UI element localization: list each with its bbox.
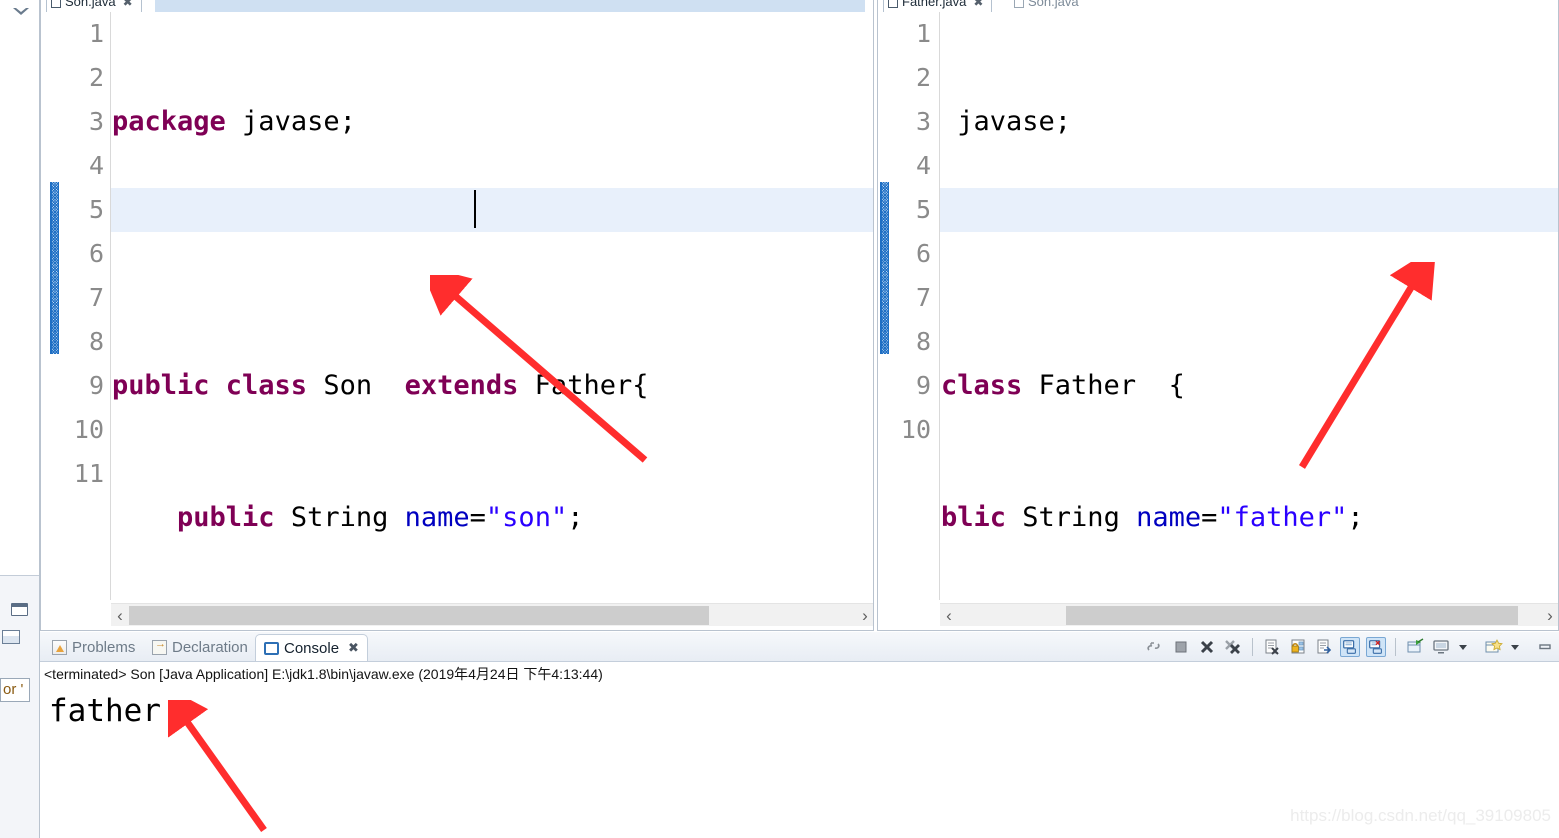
editor-son-java: Son.java ✖ 1 2 3 4 5 6 7 8 9 10 11 packa… <box>40 0 874 632</box>
hscroll-thumb-left[interactable] <box>129 606 709 625</box>
tab-son-java[interactable]: Son.java ✖ <box>46 0 142 12</box>
word-wrap-icon[interactable] <box>1314 637 1334 657</box>
lock-scroll-icon[interactable] <box>1288 637 1308 657</box>
show-console-on-output-icon[interactable] <box>1340 637 1360 657</box>
editor-tabstrip-left: Son.java ✖ <box>40 0 874 12</box>
line-number: 2 <box>915 63 931 92</box>
watermark-text: https://blog.csdn.net/qq_39109805 <box>1290 806 1551 825</box>
terminate-icon[interactable] <box>1171 637 1191 657</box>
toolbar-separator <box>1252 638 1253 656</box>
line-number: 10 <box>900 415 931 444</box>
console-tabbar: Problems Declaration Console ✖ <box>40 632 1559 662</box>
scroll-left-icon[interactable]: ‹ <box>940 605 958 626</box>
clear-console-icon[interactable] <box>1262 637 1282 657</box>
code-line: blic String name="father"; <box>941 502 1364 533</box>
java-file-icon <box>888 0 898 8</box>
open-console-icon[interactable] <box>1483 637 1503 657</box>
line-number: 10 <box>73 415 104 444</box>
code-area-right[interactable]: javase; class Father { blic String name=… <box>941 12 1429 632</box>
java-file-icon <box>51 0 61 8</box>
caret-down-icon-inner <box>16 8 26 12</box>
line-number: 7 <box>915 283 931 312</box>
line-number: 3 <box>88 107 104 136</box>
code-line: javase; <box>941 106 1072 137</box>
hscroll-thumb-right[interactable] <box>1066 606 1518 625</box>
show-console-on-error-icon[interactable] <box>1366 637 1386 657</box>
minimize-icon[interactable] <box>1535 637 1555 657</box>
display-selected-console-icon[interactable] <box>1431 637 1451 657</box>
line-number: 4 <box>915 151 931 180</box>
code-line: public class Son extends Father{ <box>112 370 649 401</box>
line-number: 8 <box>915 327 931 356</box>
line-number: 5 <box>915 195 931 224</box>
tab-father-java[interactable]: Father.java ✖ <box>883 0 993 12</box>
close-icon[interactable]: ✖ <box>973 0 983 12</box>
left-strip-upper <box>0 0 39 575</box>
line-number: 6 <box>88 239 104 268</box>
tab-label: Father.java <box>902 0 967 9</box>
tab-console[interactable]: Console ✖ <box>255 634 368 661</box>
partial-tab-label[interactable]: or ' <box>0 678 30 702</box>
line-number: 9 <box>915 371 931 400</box>
line-number: 3 <box>915 107 931 136</box>
declaration-icon <box>152 638 167 655</box>
line-number: 1 <box>915 19 931 48</box>
left-view-strip: or ' <box>0 0 40 838</box>
tab-declaration[interactable]: Declaration <box>144 634 256 661</box>
tab-area-highlight <box>155 0 865 12</box>
tab-problems[interactable]: Problems <box>44 634 143 661</box>
line-number: 11 <box>73 459 104 488</box>
code-area-left[interactable]: package javase; public class Son extends… <box>112 12 697 632</box>
editor-tabstrip-right: Father.java ✖ Son.java <box>877 0 1559 12</box>
display-console-dropdown-icon[interactable] <box>1457 637 1477 657</box>
scroll-right-icon[interactable]: › <box>1541 605 1559 626</box>
tab-son-java-inactive[interactable]: Son.java <box>1010 0 1087 12</box>
text-caret-left <box>474 190 476 228</box>
pin-console-icon[interactable] <box>1405 637 1425 657</box>
line-number: 9 <box>88 371 104 400</box>
console-icon <box>264 641 279 655</box>
toolbar-separator <box>1395 638 1396 656</box>
remove-all-terminated-icon[interactable] <box>1145 637 1165 657</box>
close-icon[interactable]: ✖ <box>348 640 359 656</box>
close-icon[interactable]: ✖ <box>123 0 133 12</box>
line-number: 4 <box>88 151 104 180</box>
line-number: 2 <box>88 63 104 92</box>
open-console-dropdown-icon[interactable] <box>1509 637 1529 657</box>
code-line: public String name="son"; <box>177 502 584 533</box>
outline-view-icon[interactable] <box>2 630 20 644</box>
line-number-ruler-left: 1 2 3 4 5 6 7 8 9 10 11 <box>52 12 108 496</box>
line-number: 5 <box>88 195 104 224</box>
gutter-separator-right <box>939 12 940 600</box>
remove-launch-icon[interactable] <box>1197 637 1217 657</box>
line-number: 8 <box>88 327 104 356</box>
scroll-left-icon[interactable]: ‹ <box>111 605 129 626</box>
line-number: 6 <box>915 239 931 268</box>
problems-icon <box>52 640 67 655</box>
horizontal-scrollbar-right[interactable]: ‹ › <box>940 603 1559 626</box>
line-number-ruler-right: 1 2 3 4 5 6 7 8 9 10 <box>879 12 935 452</box>
gutter-separator-left <box>110 12 111 600</box>
launch-configuration-label: <terminated> Son [Java Application] E:\j… <box>44 666 603 682</box>
java-file-icon <box>1014 0 1024 8</box>
tab-label: Declaration <box>172 639 248 656</box>
horizontal-scrollbar-left[interactable]: ‹ › <box>111 603 874 626</box>
tab-label: Problems <box>72 639 136 656</box>
console-output-text: father <box>49 693 161 729</box>
editor-father-java: Father.java ✖ Son.java 1 2 3 4 5 6 7 8 9… <box>877 0 1559 632</box>
line-number: 7 <box>88 283 104 312</box>
tab-label: Son.java <box>65 0 116 9</box>
scroll-right-icon[interactable]: › <box>856 605 874 626</box>
remove-all-launches-icon[interactable] <box>1223 637 1243 657</box>
eclipse-ide-window: or ' Son.java ✖ 1 2 3 4 5 6 7 8 9 10 11 <box>0 0 1559 838</box>
console-toolbar <box>1145 635 1555 659</box>
code-line: class Father { <box>941 370 1185 401</box>
code-line: package javase; <box>112 106 356 137</box>
restore-view-icon[interactable] <box>11 603 28 616</box>
tab-label: Son.java <box>1028 0 1079 9</box>
tab-label: Console <box>284 639 340 657</box>
line-number: 1 <box>88 19 104 48</box>
